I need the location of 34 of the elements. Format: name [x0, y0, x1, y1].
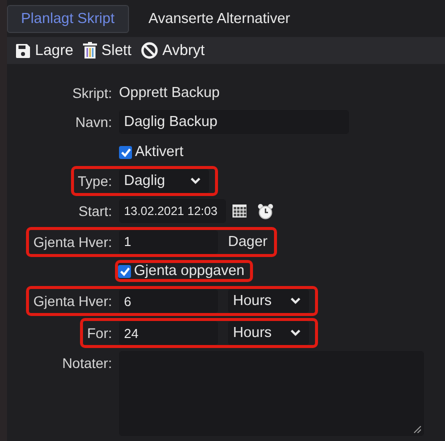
trash-icon — [83, 42, 98, 59]
alarm-clock-icon[interactable] — [257, 202, 274, 220]
unit-dropdown[interactable]: Hours — [228, 289, 309, 313]
tab[interactable]: Planlagt Skript — [7, 5, 128, 33]
field-label: Start: — [78, 202, 113, 221]
field-label: Notater: — [62, 354, 113, 373]
save-icon — [15, 42, 31, 58]
field-label: Gjenta Hver: — [26, 286, 119, 316]
checkbox[interactable]: Aktivert — [119, 144, 184, 160]
unit-dropdown[interactable]: Hours — [228, 321, 309, 345]
unit-label: Dager — [228, 234, 268, 250]
cancel-button[interactable]: Avbryt — [141, 42, 205, 59]
cancel-icon — [141, 42, 158, 59]
date-time-field[interactable]: 13.02.2021 12:03 — [119, 199, 226, 223]
checkmark-icon — [120, 266, 130, 276]
script-name: Opprett Backup — [119, 85, 220, 101]
resize-grip-icon — [414, 426, 421, 433]
number-field[interactable]: 24 — [119, 321, 218, 345]
field-label: Gjenta Hver: — [26, 226, 119, 256]
field-label: Navn: — [75, 113, 113, 132]
notes-field[interactable] — [119, 351, 424, 436]
save-button[interactable]: Lagre — [15, 42, 74, 59]
checkmark-icon — [120, 148, 130, 156]
calendar-icon[interactable] — [232, 204, 247, 218]
number-field[interactable]: 1 — [119, 230, 218, 254]
name-field[interactable]: Daglig Backup — [119, 110, 349, 134]
number-field[interactable]: 6 — [119, 289, 218, 313]
delete-button[interactable]: Slett — [83, 42, 132, 59]
type-dropdown[interactable]: Daglig — [119, 169, 209, 193]
chevron-down-icon — [290, 297, 301, 305]
tab[interactable]: Avanserte Alternativer — [134, 5, 304, 33]
chevron-down-icon — [190, 177, 201, 185]
field-label: Skript: — [72, 84, 113, 103]
chevron-down-icon — [290, 329, 301, 337]
